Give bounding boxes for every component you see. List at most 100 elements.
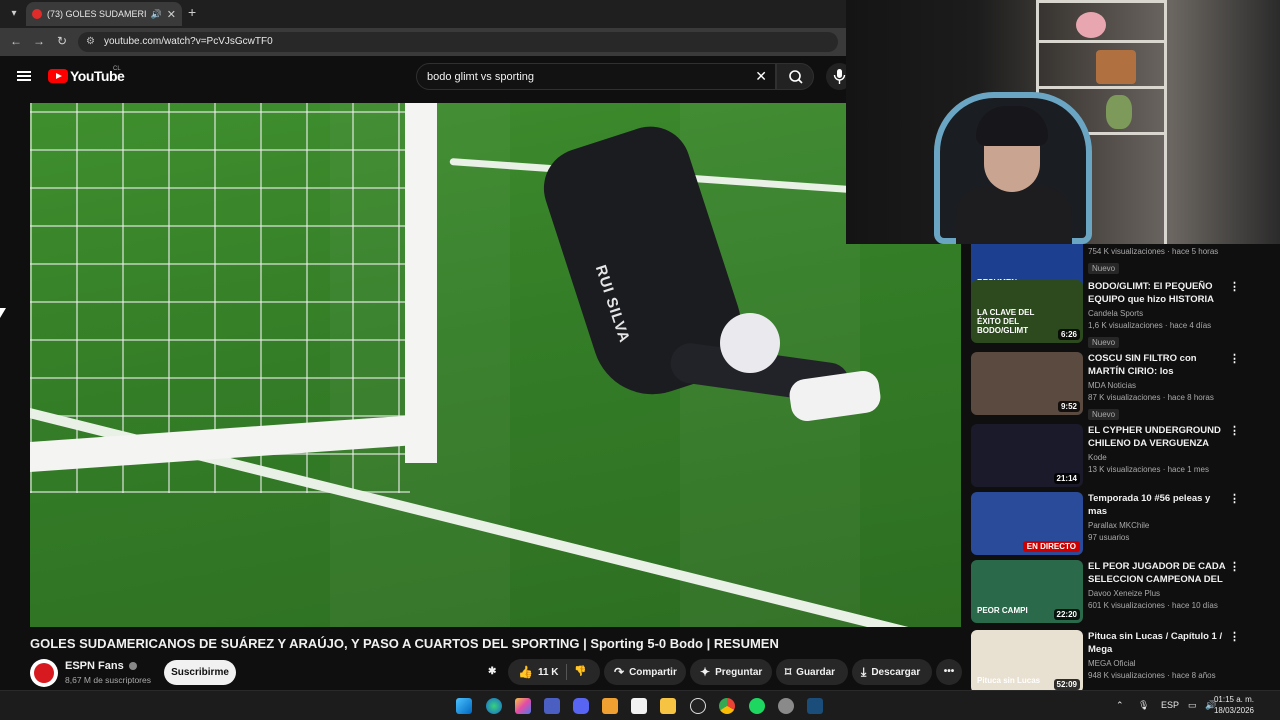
youtube-header: YouTube CL bodo glimt vs sporting ✕ <box>0 56 853 98</box>
chrome-icon[interactable] <box>719 698 735 714</box>
search-input[interactable]: bodo glimt vs sporting ✕ <box>416 63 776 90</box>
recommendation-title[interactable]: Pituca sin Lucas / Capítulo 1 / Mega <box>1088 630 1228 656</box>
save-button[interactable]: ⌑ Guardar <box>776 659 848 685</box>
video-thumbnail[interactable]: PEOR CAMPI 22:20 <box>971 560 1083 623</box>
app-icon[interactable] <box>690 698 706 714</box>
recommendation-channel[interactable]: Parallax MKChile <box>1088 520 1228 532</box>
discord-icon[interactable] <box>573 698 589 714</box>
recommendation-title[interactable]: Temporada 10 #56 peleas y mas <box>1088 492 1228 518</box>
tab-search-chevron-icon[interactable]: ▾ <box>6 6 22 22</box>
app-icon[interactable] <box>544 698 560 714</box>
figurine <box>1096 50 1136 84</box>
video-thumbnail[interactable]: LA CLAVE DEL ÉXITO DEL BODO/GLIMT 6:26 <box>971 280 1083 343</box>
video-thumbnail[interactable]: 9:52 <box>971 352 1083 415</box>
steam-icon[interactable] <box>807 698 823 714</box>
recommendation-title[interactable]: EL PEOR JUGADOR DE CADA SELECCION CAMPEO… <box>1088 560 1228 586</box>
sparkle-icon[interactable]: ✱ <box>488 659 506 685</box>
new-badge: Nuevo <box>1088 263 1120 274</box>
recommendation-channel[interactable]: Davoo Xeneize Plus <box>1088 588 1228 600</box>
channel-name[interactable]: ESPN Fans <box>65 660 137 672</box>
edge-browser-icon[interactable] <box>486 698 502 714</box>
recommendation-item[interactable]: LA CLAVE DEL ÉXITO DEL BODO/GLIMT 6:26 BOD… <box>971 280 1271 348</box>
recommendation-channel[interactable]: MDA Noticias <box>1088 380 1228 392</box>
language-indicator[interactable]: ESP <box>1161 700 1179 710</box>
more-vertical-icon[interactable]: ⋮ <box>1229 280 1240 293</box>
like-dislike-group: 👍 11 K 👎 <box>508 659 600 685</box>
more-vertical-icon[interactable]: ⋮ <box>1229 352 1240 365</box>
system-clock[interactable]: 01:15 a. m. 18/03/2026 <box>1214 694 1254 716</box>
video-thumbnail[interactable]: EN DIRECTO <box>971 492 1083 555</box>
recommendation-item[interactable]: EN DIRECTO Temporada 10 #56 peleas y mas P… <box>971 492 1271 556</box>
recommendation-title[interactable]: EL CYPHER UNDERGROUND CHILENO DA VERGUEN… <box>1088 424 1228 450</box>
copilot-icon[interactable] <box>515 698 531 714</box>
clock-date: 18/03/2026 <box>1213 706 1254 715</box>
recommendation-item[interactable]: 21:14 EL CYPHER UNDERGROUND CHILENO DA VE… <box>971 424 1271 488</box>
recommendation-stats: 1,6 K visualizaciones · hace 4 días <box>1088 321 1212 330</box>
channel-text: Candela Sports <box>1088 309 1144 318</box>
share-label: Compartir <box>629 667 677 678</box>
shelf <box>1036 86 1166 89</box>
menu-hamburger-icon[interactable] <box>17 71 31 81</box>
url-text: youtube.com/watch?v=PcVJsGcwTF0 <box>104 36 273 47</box>
video-thumbnail[interactable]: Pituca sin Lucas 52:09 <box>971 630 1083 690</box>
file-explorer-icon[interactable] <box>660 698 676 714</box>
recommendation-item[interactable]: 9:52 COSCU SIN FILTRO con MARTÍN CIRIO: l… <box>971 352 1271 420</box>
document-icon[interactable] <box>631 698 647 714</box>
goal-post <box>405 103 437 463</box>
youtube-logo-icon[interactable] <box>48 69 68 83</box>
thumbnail-caption: PEOR CAMPI <box>977 606 1028 615</box>
forward-arrow-icon[interactable]: → <box>33 34 45 48</box>
microphone-tray-icon[interactable]: 🎙 <box>1138 700 1149 711</box>
recommendation-title[interactable]: BODO/GLIMT: El PEQUEÑO EQUIPO que hizo H… <box>1088 280 1228 306</box>
close-tab-icon[interactable]: ✕ <box>167 8 176 21</box>
tray-chevron-icon[interactable]: ⌃ <box>1116 700 1124 711</box>
recommendation-title[interactable]: COSCU SIN FILTRO con MARTÍN CIRIO: los P… <box>1088 352 1228 378</box>
subscribe-button[interactable]: Suscribirme <box>164 660 236 685</box>
video-duration: 9:52 <box>1057 401 1080 412</box>
new-tab-button[interactable]: + <box>188 4 196 20</box>
recommendation-channel[interactable]: Kode <box>1088 452 1228 464</box>
more-horizontal-icon: ••• <box>943 666 955 677</box>
reload-icon[interactable]: ↻ <box>57 34 67 48</box>
recommendation-item[interactable]: Pituca sin Lucas 52:09 Pituca sin Lucas / … <box>971 630 1271 690</box>
clear-search-icon[interactable]: ✕ <box>755 68 767 85</box>
mouse-cursor-icon <box>0 308 6 318</box>
network-icon[interactable]: ▭ <box>1188 700 1197 711</box>
more-vertical-icon[interactable]: ⋮ <box>1229 492 1240 505</box>
settings-gear-icon[interactable] <box>778 698 794 714</box>
plush-toy <box>1076 12 1106 38</box>
site-settings-icon[interactable]: ⚙ <box>86 36 95 47</box>
more-vertical-icon[interactable]: ⋮ <box>1229 244 1240 245</box>
more-vertical-icon[interactable]: ⋮ <box>1229 630 1240 643</box>
recommendation-stats: 754 K visualizaciones · hace 5 horas <box>1088 247 1219 256</box>
channel-avatar[interactable] <box>30 659 58 687</box>
address-bar[interactable]: ⚙ youtube.com/watch?v=PcVJsGcwTF0 <box>78 32 838 52</box>
speaker-icon[interactable]: 🔊 <box>151 9 162 20</box>
recommendation-item[interactable]: PEOR CAMPI 22:20 EL PEOR JUGADOR DE CADA S… <box>971 560 1271 624</box>
new-badge: Nuevo <box>1088 337 1120 348</box>
bookmark-icon: ⌑ <box>785 665 792 679</box>
app-icon[interactable] <box>602 698 618 714</box>
more-vertical-icon[interactable]: ⋮ <box>1229 424 1240 437</box>
more-vertical-icon[interactable]: ⋮ <box>1229 560 1240 573</box>
download-icon: ⤓ <box>861 665 867 679</box>
spotify-icon[interactable] <box>749 698 765 714</box>
video-player[interactable]: RUI SILVA <box>30 103 961 627</box>
like-count[interactable]: 11 K <box>538 667 559 678</box>
ask-button[interactable]: ✦ Preguntar <box>690 659 772 685</box>
like-icon[interactable]: 👍 <box>518 659 533 685</box>
channel-name-text: ESPN Fans <box>65 660 124 672</box>
ball-icon <box>720 313 780 373</box>
back-arrow-icon[interactable]: ← <box>10 34 22 48</box>
download-button[interactable]: ⤓ Descargar <box>852 659 932 685</box>
shelf <box>1036 40 1166 43</box>
video-thumbnail[interactable]: 21:14 <box>971 424 1083 487</box>
start-windows-icon[interactable] <box>456 698 472 714</box>
dislike-icon[interactable]: 👎 <box>574 659 586 685</box>
search-button[interactable] <box>776 63 814 90</box>
recommendation-channel[interactable]: Candela Sports <box>1088 308 1228 320</box>
share-button[interactable]: ↷ Compartir <box>604 659 686 685</box>
more-actions-button[interactable]: ••• <box>936 659 962 685</box>
browser-tab[interactable]: (73) GOLES SUDAMERICAN 🔊 ✕ <box>26 2 182 26</box>
recommendation-channel[interactable]: MEGA Oficial <box>1088 658 1228 670</box>
